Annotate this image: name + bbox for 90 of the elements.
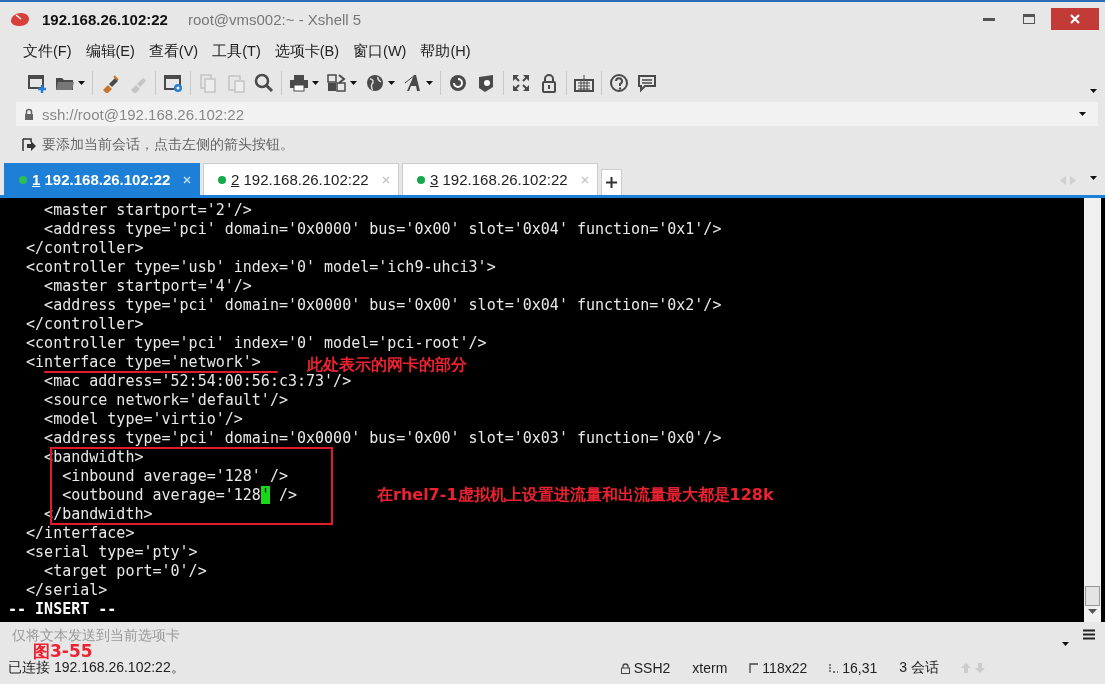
caret-icon	[350, 81, 357, 85]
protocol-text: SSH2	[633, 660, 671, 676]
corner-icon	[749, 663, 759, 673]
status-dot	[19, 175, 27, 184]
toolbar-button[interactable]	[607, 71, 631, 95]
window-gear-icon	[163, 73, 183, 93]
session-tab[interactable]: 3 192.168.26.102:22	[402, 163, 598, 195]
terminal-line: <outbound average='128' />	[61, 487, 297, 504]
terminal-line: <controller type='usb' index='0' model='ich9-uhci3'>	[25, 259, 496, 276]
new-tab-button[interactable]	[601, 169, 622, 195]
caret-icon	[312, 81, 319, 85]
terminal-line: <mac address='52:54:00:56:c3:73'/>	[43, 373, 352, 390]
copy-icon	[198, 73, 218, 93]
terminal-line: </serial>	[25, 582, 108, 599]
plus-icon	[606, 177, 617, 188]
terminal-size-text: 118x22	[762, 660, 808, 676]
terminal-line: </controller>	[25, 316, 144, 333]
cursor-position-text: 16,31	[842, 660, 878, 676]
printer-icon	[289, 73, 309, 93]
shield-icon	[476, 73, 496, 93]
compose-caret-icon	[1062, 642, 1069, 646]
arrow-icon[interactable]	[22, 138, 36, 152]
paste-icon	[226, 73, 246, 93]
globe-icon	[365, 73, 385, 93]
dotted-cursor-icon	[829, 663, 839, 673]
caret-icon	[78, 81, 85, 85]
hint-text: 要添加当前会话，点击左侧的箭头按钮。	[42, 136, 294, 154]
close-icon[interactable]	[183, 175, 191, 184]
terminal-line: </interface>	[25, 525, 135, 542]
terminal-line: <address type='pci' domain='0x0000' bus='0x00' slot='0x04' function='0x2'/>	[43, 297, 722, 314]
terminal-line: <master startport='4'/>	[43, 278, 252, 295]
menu-icon[interactable]	[1083, 629, 1095, 640]
spiral-icon	[448, 73, 468, 93]
caret-icon	[388, 81, 395, 85]
menu-item[interactable]: 选项卡(B)	[274, 41, 347, 61]
terminal-line: <inbound average='128' />	[61, 468, 288, 485]
session-tab[interactable]: 2 192.168.26.102:22	[203, 163, 399, 195]
expand-icon	[511, 73, 531, 93]
menu-item[interactable]: 编辑(E)	[85, 41, 142, 61]
toolbar-button[interactable]	[252, 71, 276, 95]
app-logo-icon	[10, 11, 30, 27]
menu-item[interactable]: 文件(F)	[23, 41, 79, 61]
menu-item[interactable]: 工具(T)	[212, 41, 268, 61]
annotation-text: 在rhel7-1虚拟机上设置进流量和出流量最大都是128k	[377, 485, 774, 506]
caret-icon	[426, 81, 433, 85]
terminal-type-text: xterm	[692, 660, 728, 676]
menu-item[interactable]: 窗口(W)	[353, 41, 414, 61]
dropdown-caret-icon	[1079, 112, 1086, 116]
terminal-line: <interface type='network'>	[25, 354, 261, 371]
figure-label: 图3-55	[33, 641, 93, 661]
editor-mode-text: -- INSERT --	[8, 601, 117, 618]
terminal-line: <target port='0'/>	[43, 563, 207, 580]
scrollbar[interactable]	[1084, 198, 1101, 622]
overflow-caret-icon	[1090, 89, 1097, 93]
keyboard-icon	[574, 73, 594, 93]
menu-item[interactable]: 帮助(H)	[420, 41, 478, 61]
lock-icon	[24, 108, 34, 120]
speech-bubble-icon	[637, 73, 657, 93]
window-subtitle: root@vms002:~ - Xshell 5	[187, 10, 362, 28]
scrollbar-thumb[interactable]	[1085, 586, 1100, 606]
menu-item[interactable]: 查看(V)	[148, 41, 206, 61]
terminal-line: <model type='virtio'/>	[43, 411, 243, 428]
terminal-line: <address type='pci' domain='0x0000' bus='0x00' slot='0x04' function='0x1'/>	[43, 221, 722, 238]
connection-status: 已连接 192.168.26.102:22。	[8, 659, 185, 677]
terminal-line: <master startport='2'/>	[43, 202, 252, 219]
status-dot	[218, 175, 226, 184]
scroll-down-icon[interactable]	[1088, 609, 1097, 614]
toolbar-button[interactable]	[325, 71, 359, 95]
status-dot	[417, 175, 425, 184]
annotation-text: 此处表示的网卡的部分	[307, 355, 467, 374]
help-icon	[609, 73, 629, 93]
lock-icon	[539, 73, 559, 93]
terminal-line: <source network='default'/>	[43, 392, 288, 409]
font-icon	[403, 73, 423, 93]
window-title: 192.168.26.102:22	[42, 10, 168, 28]
lock-icon	[620, 662, 630, 674]
window-plus-icon	[27, 73, 47, 93]
close-icon	[1070, 14, 1080, 24]
search-icon	[254, 73, 274, 93]
terminal-line: <serial type='pty'>	[25, 544, 198, 561]
session-tab[interactable]: 1 192.168.26.102:22	[4, 163, 200, 195]
minimize-icon	[983, 17, 995, 21]
tab-list-caret-icon	[1090, 176, 1097, 180]
maximize-icon	[1023, 14, 1035, 24]
squares-arrow-icon	[327, 73, 347, 93]
terminal-line: <controller type='pci' index='0' model='pci-root'/>	[25, 335, 487, 352]
terminal-line: <address type='pci' domain='0x0000' bus='0x00' slot='0x03' function='0x0'/>	[43, 430, 722, 447]
terminal-line: </controller>	[25, 240, 144, 257]
close-button[interactable]	[1051, 8, 1099, 30]
session-count-text: 3 会话	[899, 659, 939, 677]
